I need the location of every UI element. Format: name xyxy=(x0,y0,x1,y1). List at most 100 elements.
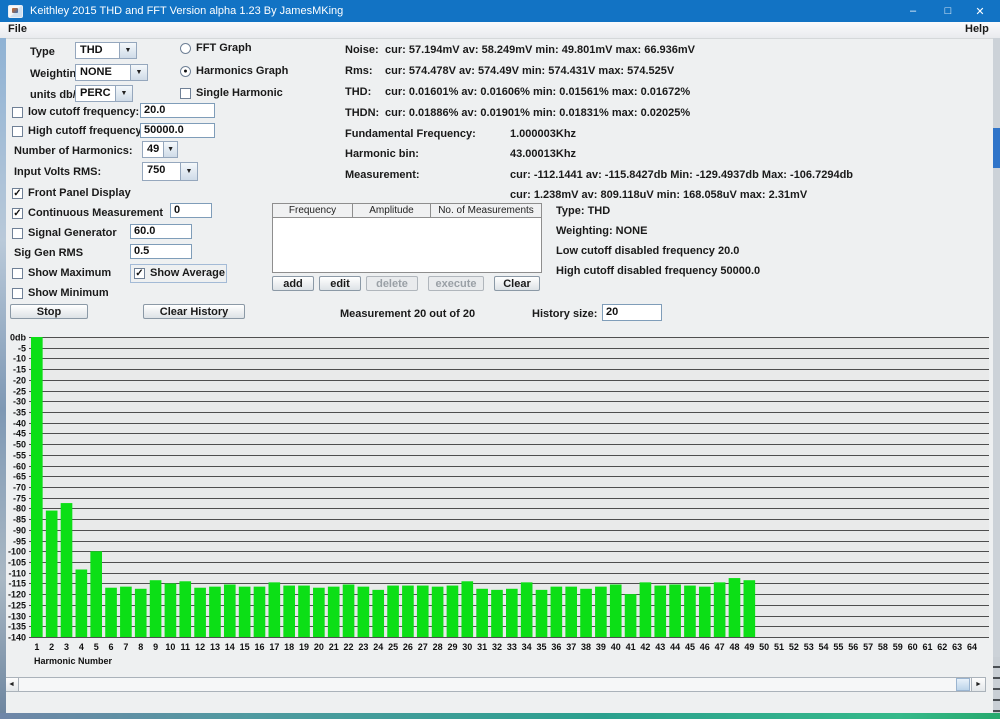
scrollbar-track[interactable] xyxy=(19,678,971,691)
measurement-value-db: cur: -112.1441 av: -115.8427db Min: -129… xyxy=(510,169,853,181)
checkbox-icon[interactable] xyxy=(180,88,191,99)
show-average-checkbox[interactable]: ✓ Show Average xyxy=(134,267,225,279)
high-cutoff-checkbox[interactable]: High cutoff frequency: xyxy=(12,125,145,137)
single-harmonic-checkbox[interactable]: Single Harmonic xyxy=(180,87,283,99)
table-body[interactable] xyxy=(272,218,542,273)
harmonics-graph-radio[interactable]: ● Harmonics Graph xyxy=(180,65,288,77)
sig-gen-rms-input[interactable]: 0.5 xyxy=(130,244,192,259)
edit-button[interactable]: edit xyxy=(319,276,361,291)
chevron-down-icon[interactable]: ▼ xyxy=(115,85,133,102)
svg-text:43: 43 xyxy=(655,642,665,652)
background-window-lines xyxy=(993,657,1000,713)
fft-graph-radio[interactable]: FFT Graph xyxy=(180,42,252,54)
low-cutoff-input[interactable]: 20.0 xyxy=(140,103,215,118)
menu-file[interactable]: File xyxy=(8,23,27,35)
input-volts-value: 750 xyxy=(142,162,180,181)
svg-text:17: 17 xyxy=(269,642,279,652)
svg-text:-125: -125 xyxy=(8,601,26,611)
stop-button[interactable]: Stop xyxy=(10,304,88,319)
svg-text:9: 9 xyxy=(153,642,158,652)
svg-text:-100: -100 xyxy=(8,547,26,557)
continuous-measurement-label: Continuous Measurement xyxy=(28,207,163,219)
column-measurements[interactable]: No. of Measurements xyxy=(430,203,542,218)
high-cutoff-input[interactable]: 50000.0 xyxy=(140,123,215,138)
history-size-input[interactable]: 20 xyxy=(602,304,662,321)
checkbox-icon[interactable] xyxy=(12,107,23,118)
signal-generator-input[interactable]: 60.0 xyxy=(130,224,192,239)
input-volts-label: Input Volts RMS: xyxy=(14,166,101,178)
svg-text:46: 46 xyxy=(700,642,710,652)
svg-text:2: 2 xyxy=(49,642,54,652)
harmonic-bin-label: Harmonic bin: xyxy=(345,148,419,160)
front-panel-checkbox[interactable]: ✓ Front Panel Display xyxy=(12,187,131,199)
minimize-button[interactable]: – xyxy=(898,0,928,22)
svg-text:28: 28 xyxy=(433,642,443,652)
single-harmonic-label: Single Harmonic xyxy=(196,87,283,99)
clear-history-button[interactable]: Clear History xyxy=(143,304,245,319)
svg-text:-45: -45 xyxy=(13,429,26,439)
close-button[interactable]: ✕ xyxy=(965,0,995,22)
svg-text:6: 6 xyxy=(109,642,114,652)
noise-label: Noise: xyxy=(345,44,379,56)
chevron-down-icon[interactable]: ▼ xyxy=(163,141,178,158)
weighting-combo[interactable]: NONE ▼ xyxy=(75,64,148,81)
chevron-down-icon[interactable]: ▼ xyxy=(130,64,148,81)
chevron-down-icon[interactable]: ▼ xyxy=(119,42,137,59)
maximize-button[interactable]: □ xyxy=(933,0,963,22)
svg-text:58: 58 xyxy=(878,642,888,652)
chart-hscrollbar[interactable]: ◄ ► xyxy=(4,677,986,692)
show-maximum-checkbox[interactable]: Show Maximum xyxy=(12,267,111,279)
show-minimum-checkbox[interactable]: Show Minimum xyxy=(12,287,109,299)
svg-text:-115: -115 xyxy=(8,579,26,589)
svg-text:13: 13 xyxy=(210,642,220,652)
checkbox-icon[interactable]: ✓ xyxy=(12,188,23,199)
checkbox-icon[interactable] xyxy=(12,228,23,239)
svg-text:36: 36 xyxy=(551,642,561,652)
measurement-label: Measurement: xyxy=(345,169,420,181)
scroll-left-icon[interactable]: ◄ xyxy=(5,678,19,691)
front-panel-label: Front Panel Display xyxy=(28,187,131,199)
background-window-edge xyxy=(993,128,1000,168)
svg-text:-70: -70 xyxy=(13,483,26,493)
continuous-measurement-input[interactable]: 0 xyxy=(170,203,212,218)
harmonics-graph-label: Harmonics Graph xyxy=(196,65,288,77)
checkbox-icon[interactable] xyxy=(12,126,23,137)
chevron-down-icon[interactable]: ▼ xyxy=(180,162,198,181)
svg-text:41: 41 xyxy=(626,642,636,652)
units-combo[interactable]: PERC ▼ xyxy=(75,85,133,102)
checkbox-icon[interactable] xyxy=(12,288,23,299)
menu-help[interactable]: Help xyxy=(965,23,989,35)
svg-text:38: 38 xyxy=(581,642,591,652)
input-volts-combo[interactable]: 750 ▼ xyxy=(142,162,198,181)
svg-text:18: 18 xyxy=(284,642,294,652)
checkbox-icon[interactable]: ✓ xyxy=(134,268,145,279)
radio-icon[interactable]: ● xyxy=(180,66,191,77)
signal-generator-checkbox[interactable]: Signal Generator xyxy=(12,227,117,239)
svg-text:8: 8 xyxy=(138,642,143,652)
table-header[interactable]: Frequency Amplitude No. of Measurements xyxy=(272,203,542,218)
svg-text:20: 20 xyxy=(314,642,324,652)
rms-value: cur: 574.478V av: 574.49V min: 574.431V … xyxy=(385,65,674,77)
column-amplitude[interactable]: Amplitude xyxy=(352,203,430,218)
type-combo[interactable]: THD ▼ xyxy=(75,42,137,59)
low-cutoff-checkbox[interactable]: low cutoff frequency: xyxy=(12,106,139,118)
num-harmonics-combo[interactable]: 49 ▼ xyxy=(142,141,178,158)
scrollbar-thumb[interactable] xyxy=(956,678,970,691)
units-combo-value: PERC xyxy=(75,85,115,102)
desktop-strip-right xyxy=(993,38,1000,713)
add-button[interactable]: add xyxy=(272,276,314,291)
checkbox-icon[interactable] xyxy=(12,268,23,279)
svg-text:-120: -120 xyxy=(8,590,26,600)
column-frequency[interactable]: Frequency xyxy=(272,203,352,218)
radio-icon[interactable] xyxy=(180,43,191,54)
svg-text:22: 22 xyxy=(344,642,354,652)
continuous-measurement-checkbox[interactable]: ✓ Continuous Measurement xyxy=(12,207,163,219)
checkbox-icon[interactable]: ✓ xyxy=(12,208,23,219)
clear-button[interactable]: Clear xyxy=(494,276,540,291)
svg-text:61: 61 xyxy=(922,642,932,652)
frequency-table[interactable]: Frequency Amplitude No. of Measurements xyxy=(272,203,542,273)
title-bar[interactable]: Keithley 2015 THD and FFT Version alpha … xyxy=(0,0,1000,22)
svg-text:53: 53 xyxy=(804,642,814,652)
svg-text:62: 62 xyxy=(937,642,947,652)
scroll-right-icon[interactable]: ► xyxy=(971,678,985,691)
